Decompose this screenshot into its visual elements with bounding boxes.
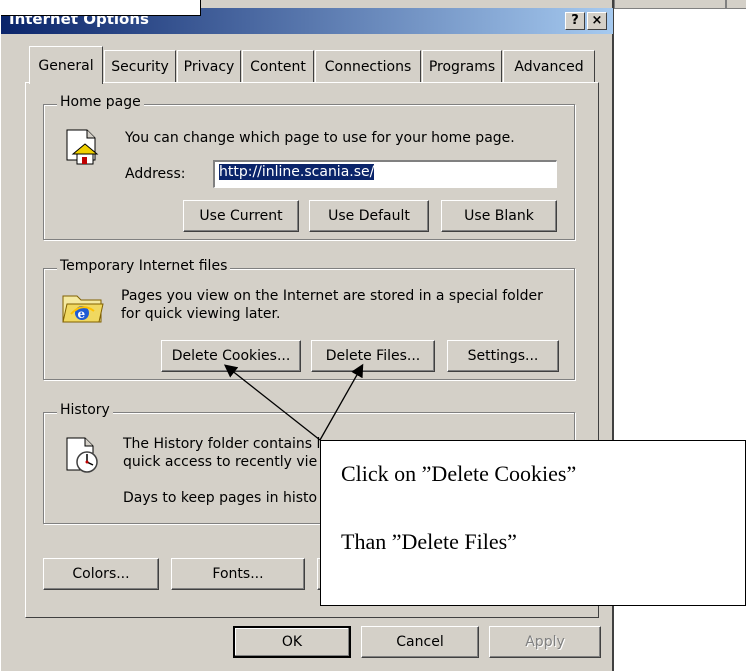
annotation-arrows — [223, 363, 364, 441]
arrow-to-delete-files — [319, 363, 364, 441]
arrow-to-delete-cookies — [223, 364, 321, 441]
